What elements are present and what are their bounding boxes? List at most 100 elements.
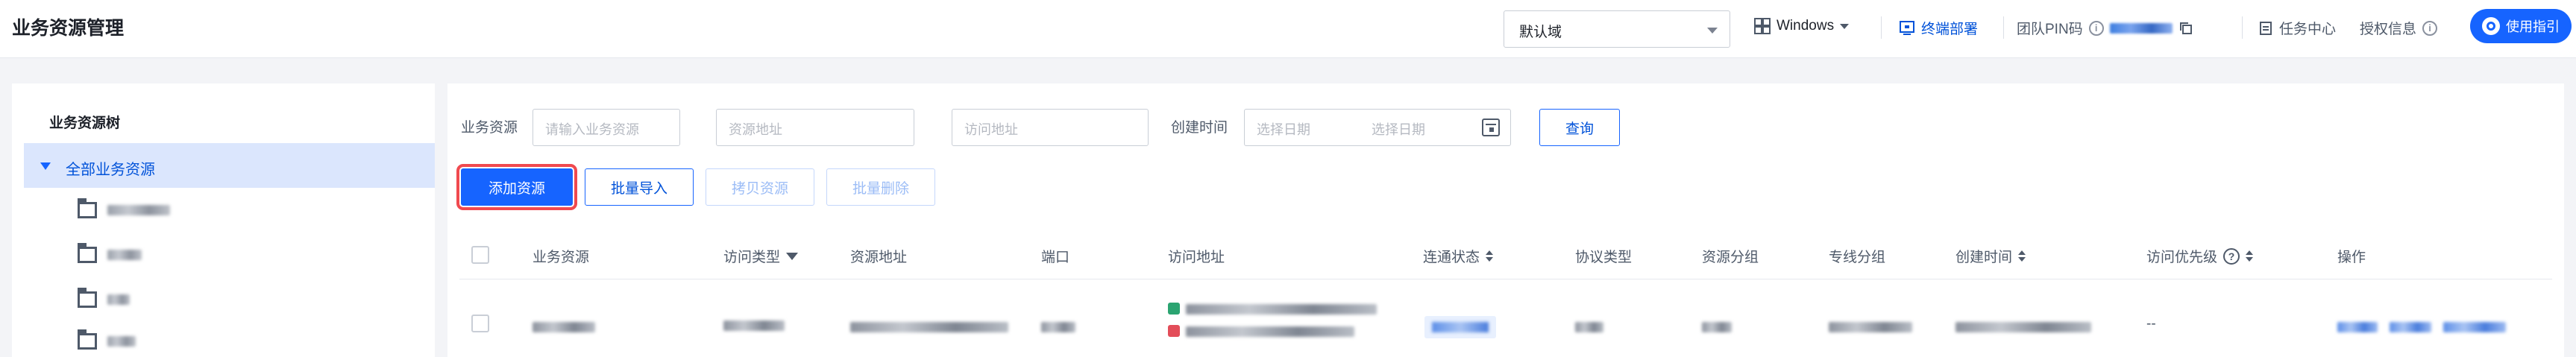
external-url-icon	[1168, 325, 1180, 337]
col-label: 访问优先级	[2146, 250, 2218, 265]
status-badge	[1424, 316, 1496, 338]
tree-node-label	[107, 336, 136, 347]
col-label: 端口	[1041, 250, 1070, 265]
tree-root-all-resources[interactable]: 全部业务资源	[24, 143, 435, 188]
col-access-priority[interactable]: 访问优先级?	[2146, 246, 2254, 266]
info-icon: i	[2422, 20, 2438, 36]
col-access-address: 访问地址	[1168, 246, 1225, 266]
resource-group-cell	[1702, 322, 1732, 332]
folder-icon	[78, 198, 97, 218]
folder-icon	[78, 329, 97, 350]
tree-node[interactable]	[78, 195, 170, 225]
batch-delete-button: 批量删除	[826, 168, 935, 206]
domain-select[interactable]: 默认域	[1504, 10, 1730, 48]
tree-root-label: 全部业务资源	[66, 162, 155, 178]
access-address-cell[interactable]	[1186, 326, 1354, 337]
folder-icon	[78, 288, 97, 308]
resource-address-placeholder: 资源地址	[729, 122, 782, 137]
resource-list-panel: 业务资源 请输入业务资源 资源地址 访问地址 创建时间 选择日期 选择日期 查询…	[447, 83, 2564, 357]
col-access-type: 访问类型	[723, 246, 799, 266]
sort-icon[interactable]	[2018, 250, 2026, 262]
guide-button[interactable]: 使用指引	[2470, 9, 2572, 43]
terminal-deploy-link[interactable]: 终端部署	[1899, 18, 1978, 38]
col-label: 连通状态	[1423, 250, 1480, 265]
monitor-icon	[1900, 20, 1914, 35]
caret-down-icon	[1840, 23, 1850, 29]
access-address-placeholder: 访问地址	[964, 122, 1018, 137]
action-link[interactable]	[2443, 322, 2506, 332]
action-link[interactable]	[2337, 322, 2378, 332]
col-label: 专线分组	[1829, 250, 1886, 265]
tree-node-label	[107, 205, 170, 215]
resource-address-input[interactable]: 资源地址	[716, 109, 914, 146]
col-label: 创建时间	[1955, 250, 2013, 265]
protocol-cell	[1575, 322, 1603, 332]
domain-select-value: 默认域	[1519, 25, 1562, 40]
row-checkbox[interactable]	[471, 315, 489, 332]
resource-tree-panel: 业务资源树 全部业务资源	[12, 83, 435, 357]
port-cell	[1041, 322, 1075, 332]
sort-icon[interactable]	[1486, 250, 1494, 262]
created-time-cell	[1955, 322, 2091, 332]
end-date-placeholder: 选择日期	[1372, 122, 1425, 137]
team-pin-label: 团队PIN码	[2017, 22, 2083, 37]
task-center-label: 任务中心	[2279, 22, 2337, 37]
team-pin: 团队PIN码 i	[2017, 18, 2193, 38]
biz-resource-filter-label: 业务资源	[461, 120, 518, 136]
help-icon[interactable]: ?	[2223, 247, 2240, 265]
guide-label: 使用指引	[2506, 19, 2560, 34]
info-icon[interactable]: i	[2088, 20, 2104, 36]
created-time-filter-label: 创建时间	[1171, 120, 1228, 136]
col-port: 端口	[1041, 246, 1069, 266]
caret-down-icon[interactable]	[40, 162, 51, 170]
internal-url-icon	[1168, 303, 1180, 315]
col-label: 访问地址	[1168, 250, 1225, 265]
tree-node[interactable]	[78, 326, 136, 356]
start-date-placeholder: 选择日期	[1257, 122, 1310, 137]
col-label: 协议类型	[1575, 250, 1633, 265]
sort-icon[interactable]	[2246, 250, 2254, 262]
tree-node-label	[107, 294, 130, 305]
copy-icon[interactable]	[2178, 21, 2193, 36]
biz-resource-cell	[533, 322, 595, 332]
select-all-checkbox[interactable]	[471, 246, 489, 264]
os-label: Windows	[1777, 18, 1835, 34]
biz-resource-input[interactable]: 请输入业务资源	[533, 109, 680, 146]
license-info[interactable]: 授权信息 i	[2360, 18, 2438, 38]
page-title: 业务资源管理	[12, 18, 125, 39]
col-created-time[interactable]: 创建时间	[1955, 246, 2026, 266]
windows-icon	[1754, 18, 1771, 34]
team-pin-value	[2109, 22, 2173, 34]
terminal-deploy-label: 终端部署	[1921, 22, 1979, 37]
col-label: 资源地址	[850, 250, 908, 265]
access-address-input[interactable]: 访问地址	[952, 109, 1149, 146]
col-resource-group: 资源分组	[1702, 246, 1759, 266]
col-label: 访问类型	[723, 250, 781, 265]
priority-cell: --	[2146, 316, 2156, 332]
col-label: 业务资源	[533, 250, 590, 265]
action-link[interactable]	[2390, 322, 2431, 332]
copy-resource-button: 拷贝资源	[706, 168, 814, 206]
add-resource-button[interactable]: 添加资源	[456, 164, 577, 210]
date-range-picker[interactable]: 选择日期 选择日期	[1244, 109, 1511, 146]
col-biz-resource: 业务资源	[533, 246, 589, 266]
divider	[2003, 16, 2004, 39]
col-protocol: 协议类型	[1575, 246, 1632, 266]
license-info-label: 授权信息	[2360, 22, 2417, 37]
os-selector[interactable]: Windows	[1754, 18, 1850, 34]
task-center-link[interactable]: 任务中心	[2258, 18, 2336, 38]
tree-node[interactable]	[78, 240, 142, 270]
calendar-icon[interactable]	[1482, 119, 1500, 136]
access-type-cell	[723, 320, 785, 331]
col-label: 资源分组	[1702, 250, 1759, 265]
query-button[interactable]: 查询	[1539, 109, 1620, 146]
folder-icon	[78, 243, 97, 263]
tree-node-label	[107, 250, 142, 260]
biz-resource-placeholder: 请输入业务资源	[545, 122, 639, 137]
col-connectivity[interactable]: 连通状态	[1423, 246, 1494, 266]
filter-icon[interactable]	[786, 252, 799, 260]
tree-node[interactable]	[78, 285, 130, 315]
top-header: 业务资源管理 默认域 Windows 终端部署 团队PIN码 i 任务中心 授权…	[0, 0, 2576, 58]
access-address-cell[interactable]	[1186, 304, 1377, 315]
batch-import-button[interactable]: 批量导入	[585, 168, 694, 206]
